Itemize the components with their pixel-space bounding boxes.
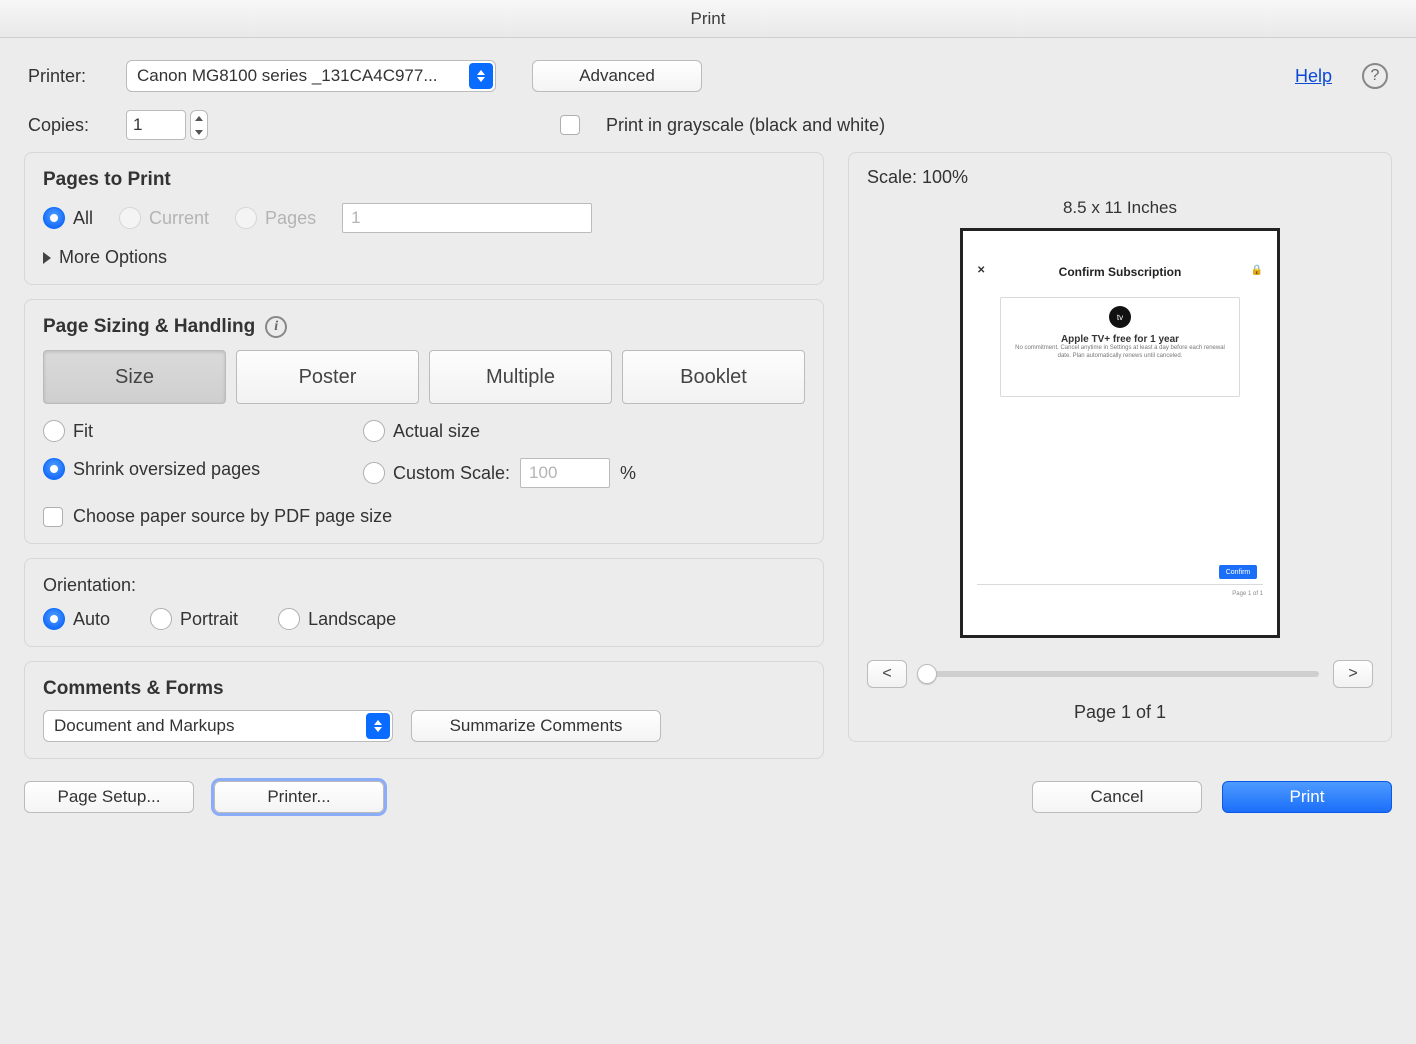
grayscale-label: Print in grayscale (black and white) [606, 115, 885, 136]
label-portrait: Portrait [180, 609, 238, 630]
tab-poster[interactable]: Poster [236, 350, 419, 404]
label-current: Current [149, 208, 209, 229]
more-options[interactable]: More Options [59, 247, 167, 268]
prev-page-button[interactable]: < [867, 660, 907, 688]
next-page-button[interactable]: > [1333, 660, 1373, 688]
sizing-title: Page Sizing & Handling [43, 316, 255, 338]
choose-source-label: Choose paper source by PDF page size [73, 506, 392, 527]
comments-select[interactable]: Document and Markups [43, 710, 393, 742]
custom-scale-input[interactable] [520, 458, 610, 488]
label-pages: Pages [265, 208, 316, 229]
printer-select[interactable]: Canon MG8100 series _131CA4C977... [126, 60, 496, 92]
slider-thumb[interactable] [917, 664, 937, 684]
radio-current[interactable] [119, 207, 141, 229]
orientation-panel: Orientation: Auto Portrait Landscape [24, 558, 824, 647]
chevron-up-icon [195, 116, 203, 121]
comments-panel: Comments & Forms Document and Markups Su… [24, 661, 824, 759]
orientation-title: Orientation: [43, 575, 805, 596]
label-all: All [73, 208, 93, 229]
label-landscape: Landscape [308, 609, 396, 630]
comments-title: Comments & Forms [43, 678, 805, 700]
close-icon: ✕ [977, 265, 985, 276]
radio-auto[interactable] [43, 608, 65, 630]
chevron-down-icon [195, 130, 203, 135]
tab-booklet[interactable]: Booklet [622, 350, 805, 404]
label-shrink: Shrink oversized pages [73, 459, 260, 480]
pages-to-print-panel: Pages to Print All Current Pages More Op… [24, 152, 824, 285]
doc-offer: Apple TV+ free for 1 year [1001, 334, 1239, 345]
doc-page-label: Page 1 of 1 [1232, 591, 1263, 597]
radio-actual[interactable] [363, 420, 385, 442]
chevron-updown-icon [469, 63, 493, 89]
pages-range-input[interactable] [342, 203, 592, 233]
copies-label: Copies: [28, 115, 110, 136]
copies-stepper[interactable] [190, 110, 208, 140]
choose-source-checkbox[interactable] [43, 507, 63, 527]
radio-portrait[interactable] [150, 608, 172, 630]
page-setup-button[interactable]: Page Setup... [24, 781, 194, 813]
chevron-updown-icon [366, 713, 390, 739]
pages-title: Pages to Print [43, 169, 805, 191]
radio-custom[interactable] [363, 462, 385, 484]
printer-selected: Canon MG8100 series _131CA4C977... [137, 66, 438, 86]
doc-confirm: Confirm [1219, 565, 1257, 579]
scale-label: Scale: 100% [867, 167, 1373, 188]
label-auto: Auto [73, 609, 110, 630]
help-link[interactable]: Help [1295, 66, 1332, 87]
label-actual: Actual size [393, 421, 480, 442]
copies-input[interactable] [126, 110, 186, 140]
doc-title: Confirm Subscription [979, 265, 1261, 279]
grayscale-checkbox[interactable] [560, 115, 580, 135]
disclosure-icon[interactable] [43, 252, 51, 264]
paper-size: 8.5 x 11 Inches [867, 198, 1373, 218]
advanced-button[interactable]: Advanced [532, 60, 702, 92]
label-fit: Fit [73, 421, 93, 442]
printer-button[interactable]: Printer... [214, 781, 384, 813]
tab-size[interactable]: Size [43, 350, 226, 404]
info-icon[interactable]: i [265, 316, 287, 338]
label-custom: Custom Scale: [393, 463, 510, 484]
summarize-button[interactable]: Summarize Comments [411, 710, 661, 742]
cancel-button[interactable]: Cancel [1032, 781, 1202, 813]
tab-multiple[interactable]: Multiple [429, 350, 612, 404]
radio-pages[interactable] [235, 207, 257, 229]
window-title: Print [0, 0, 1416, 38]
page-indicator: Page 1 of 1 [867, 702, 1373, 723]
appletv-icon: tv [1109, 306, 1131, 328]
radio-landscape[interactable] [278, 608, 300, 630]
sizing-panel: Page Sizing & Handling i Size Poster Mul… [24, 299, 824, 544]
preview-panel: Scale: 100% 8.5 x 11 Inches ✕ 🔒 Confirm … [848, 152, 1392, 742]
print-button[interactable]: Print [1222, 781, 1392, 813]
percent-label: % [620, 463, 636, 484]
comments-selected: Document and Markups [54, 716, 234, 736]
lock-icon: 🔒 [1251, 265, 1263, 276]
help-icon[interactable]: ? [1362, 63, 1388, 89]
preview-page: ✕ 🔒 Confirm Subscription tv Apple TV+ fr… [960, 228, 1280, 638]
radio-shrink[interactable] [43, 458, 65, 480]
radio-fit[interactable] [43, 420, 65, 442]
page-slider[interactable] [921, 671, 1319, 677]
radio-all[interactable] [43, 207, 65, 229]
printer-label: Printer: [28, 66, 110, 87]
